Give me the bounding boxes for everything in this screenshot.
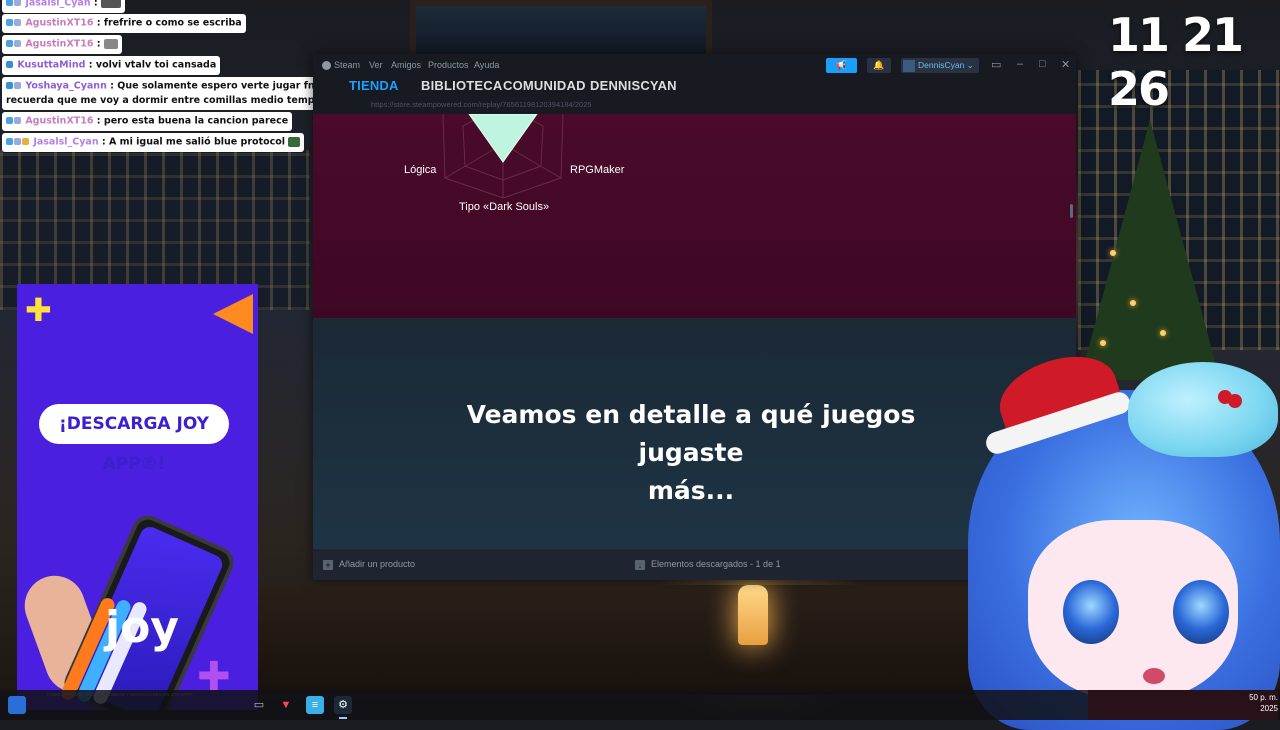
steam-content: Lógica RPGMaker Tipo «Dark Souls» Veamos… — [313, 114, 1076, 548]
scrollbar[interactable] — [1070, 204, 1073, 218]
detail-heading-line2: más... — [647, 476, 735, 505]
menu-productos[interactable]: Productos — [428, 60, 469, 70]
background-desk — [250, 585, 1030, 695]
bell-icon: 🔔 — [873, 60, 885, 70]
chat-message: Jasalsl_Cyan : — [2, 0, 126, 13]
add-product-button[interactable]: + Añadir un producto — [323, 559, 415, 570]
replay-detail-heading: Veamos en detalle a qué juegos jugaste m… — [413, 396, 969, 510]
chat-text: : A mi igual me salió blue protocol — [101, 136, 286, 148]
tree-light — [1110, 250, 1116, 256]
download-icon: ↓ — [635, 559, 645, 570]
ad-download-button[interactable]: ¡DESCARGA JOY APP®! — [39, 404, 229, 474]
chat-badges — [6, 0, 22, 10]
chat-message: KusuttaMind : volvi vtalv toi cansada — [2, 56, 221, 75]
minimize-icon[interactable]: – — [1017, 58, 1023, 70]
start-icon[interactable] — [8, 696, 26, 714]
notifications-button[interactable]: 🔔 — [867, 58, 891, 73]
plus-icon: + — [323, 559, 333, 570]
lava-lamp — [738, 585, 768, 645]
radar-fill — [468, 114, 538, 163]
valorant-icon[interactable]: ▼ — [277, 696, 295, 714]
avatar-eye — [1063, 580, 1119, 644]
steam-window: Steam Ver Amigos Productos Ayuda 📢 🔔 Den… — [313, 54, 1076, 580]
menu-amigos[interactable]: Amigos — [391, 60, 421, 70]
tab-denniscyan[interactable]: DENNISCYAN — [590, 78, 677, 93]
chat-badges — [6, 16, 22, 30]
chat-username: AgustinXT16 — [25, 115, 94, 127]
stream-clock: 11 21 26 — [1108, 8, 1244, 116]
steam-nav-bar: TIENDA BIBLIOTECA COMUNIDAD DENNISCYAN h… — [313, 76, 1076, 114]
avatar-mouth — [1143, 668, 1165, 684]
taskbar-date: 2025 — [1260, 704, 1278, 713]
radar-label-logica: Lógica — [404, 164, 437, 176]
tree-light — [1160, 330, 1166, 336]
chat-username: KusuttaMind — [17, 59, 86, 71]
tab-comunidad[interactable]: COMUNIDAD — [503, 78, 586, 93]
close-icon[interactable]: ✕ — [1061, 58, 1070, 71]
taskbar-clock: 50 p. m. 2025 — [1238, 692, 1278, 714]
chat-username: Yoshaya_Cyann — [25, 80, 107, 92]
downloads-status[interactable]: ↓ Elementos descargados - 1 de 1 — [635, 559, 781, 570]
tab-tienda[interactable]: TIENDA — [349, 78, 399, 93]
chat-text: : pero esta buena la cancion parece — [96, 115, 289, 127]
chat-badges — [6, 79, 22, 93]
joy-logo: joy — [105, 602, 179, 653]
holly-icon — [1218, 390, 1232, 404]
chat-message: Jasalsl_Cyan : A mi igual me salió blue … — [2, 133, 305, 152]
joy-app-ad[interactable]: ✚ ¡DESCARGA JOY APP®! joy ✚ COMO SER MÁS… — [17, 284, 258, 710]
steam-menu-bar: Steam Ver Amigos Productos Ayuda 📢 🔔 Den… — [313, 54, 1076, 76]
tab-biblioteca[interactable]: BIBLIOTECA — [421, 78, 502, 93]
taskbar: ▭ ▼ ≡ ⚙ — [0, 690, 1280, 720]
chat-text: : volvi vtalv toi cansada — [88, 59, 217, 71]
chat-username: AgustinXT16 — [25, 17, 94, 29]
chat-badges — [6, 37, 22, 51]
chat-message: AgustinXT16 : frefrire o como se escriba — [2, 14, 246, 33]
big-picture-icon[interactable]: ▭ — [991, 58, 1001, 71]
chat-badges — [6, 114, 22, 128]
detail-heading-line1: Veamos en detalle a qué juegos jugaste — [466, 400, 916, 467]
chat-username: AgustinXT16 — [25, 38, 94, 50]
play-arrow-icon — [213, 294, 253, 334]
chat-text: : — [93, 0, 98, 9]
menu-ayuda[interactable]: Ayuda — [474, 60, 499, 70]
announcements-button[interactable]: 📢 — [826, 58, 857, 73]
emote-icon — [101, 0, 122, 8]
radar-chart — [442, 114, 564, 199]
vtuber-avatar — [968, 343, 1280, 730]
steam-logo-icon — [322, 61, 331, 71]
menu-ver[interactable]: Ver — [369, 60, 383, 70]
chat-message: AgustinXT16 : — [2, 35, 122, 54]
megaphone-icon: 📢 — [835, 60, 848, 70]
tree-light — [1130, 300, 1136, 306]
chevron-down-icon: ⌄ — [964, 60, 974, 70]
avatar-eye — [1173, 580, 1229, 644]
username: DennisCyan — [918, 60, 965, 70]
chat-badges — [6, 135, 30, 149]
slime-mascot — [1128, 362, 1278, 457]
chat-text: : — [96, 38, 101, 50]
chat-username: Jasalsl_Cyan — [33, 136, 99, 148]
plus-icon: ✚ — [25, 292, 52, 328]
steam-taskbar-icon[interactable]: ⚙ — [334, 696, 352, 719]
avatar — [903, 59, 915, 72]
chat-username: Jasalsl_Cyan — [25, 0, 91, 9]
app-icon[interactable]: ▭ — [250, 696, 268, 714]
steam-footer: + Añadir un producto ↓ Elementos descargad… — [313, 548, 1076, 580]
radar-chart-section: Lógica RPGMaker Tipo «Dark Souls» — [313, 114, 1076, 318]
emote-icon — [103, 39, 118, 49]
user-menu[interactable]: DennisCyan ⌄ — [901, 58, 979, 73]
page-url: https://store.steampowered.com/replay/76… — [371, 100, 592, 109]
menu-steam[interactable]: Steam — [322, 60, 360, 71]
radar-label-dark-souls: Tipo «Dark Souls» — [459, 201, 550, 213]
chat-badges — [6, 58, 14, 72]
radar-label-rpgmaker: RPGMaker — [570, 164, 625, 176]
chat-text: : frefrire o como se escriba — [96, 17, 242, 29]
tree-light — [1100, 340, 1106, 346]
emote-icon — [288, 137, 301, 147]
notepad-icon[interactable]: ≡ — [306, 696, 324, 714]
maximize-icon[interactable]: □ — [1039, 58, 1046, 70]
taskbar-time: 50 p. m. — [1249, 693, 1278, 702]
chat-message: AgustinXT16 : pero esta buena la cancion… — [2, 112, 293, 131]
